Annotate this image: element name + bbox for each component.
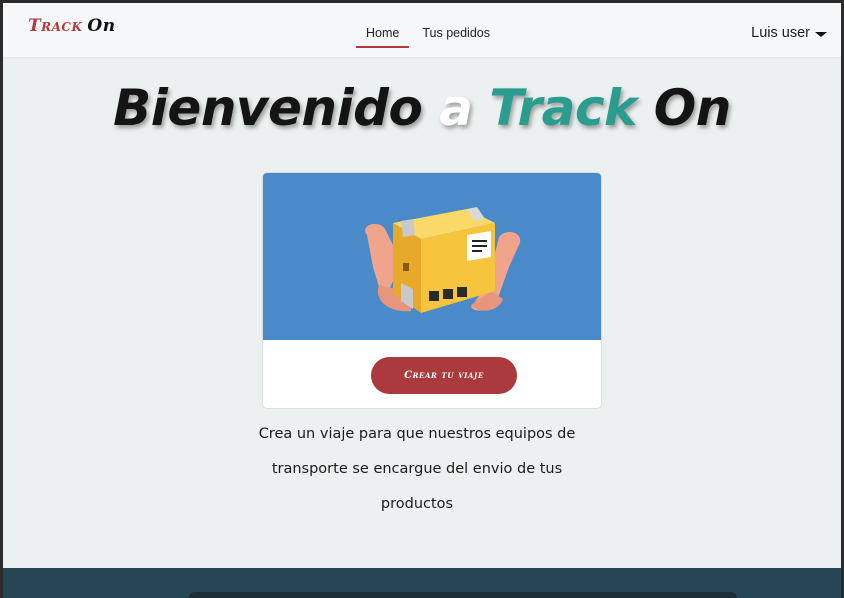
create-trip-card: Crear tu viaje — [262, 172, 602, 409]
browser-frame: Track On Home Tus pedidos Luis user Bienv… — [0, 0, 844, 598]
brand-on-text: On — [87, 16, 116, 36]
hero-word-on: On — [653, 79, 732, 137]
page: Track On Home Tus pedidos Luis user Bienv… — [3, 3, 841, 598]
navbar: Track On Home Tus pedidos Luis user — [3, 3, 841, 58]
card-image — [263, 173, 601, 340]
footer-bar — [189, 592, 737, 598]
nav-link-home[interactable]: Home — [356, 3, 410, 58]
card-body: Crear tu viaje — [263, 340, 601, 408]
user-name: Luis user — [751, 25, 810, 41]
caret-down-icon — [815, 31, 827, 37]
description-text: Crea un viaje para que nuestros equipos … — [258, 426, 576, 512]
user-menu-dropdown[interactable]: Luis user — [751, 25, 827, 41]
hero-word-a: a — [439, 79, 473, 137]
footer — [3, 568, 841, 598]
brand-logo[interactable]: Track On — [28, 16, 116, 36]
create-trip-button[interactable]: Crear tu viaje — [371, 357, 517, 394]
hero-word-bienvenido: Bienvenido — [113, 79, 423, 137]
nav-link-tus-pedidos[interactable]: Tus pedidos — [412, 3, 500, 58]
brand-track-text: Track — [28, 16, 83, 36]
package-in-hands-icon — [365, 207, 521, 313]
hero-word-track: Track — [489, 79, 637, 137]
nav-links: Home Tus pedidos — [356, 3, 500, 58]
hero-title: Bienvenido a Track On — [3, 79, 841, 137]
